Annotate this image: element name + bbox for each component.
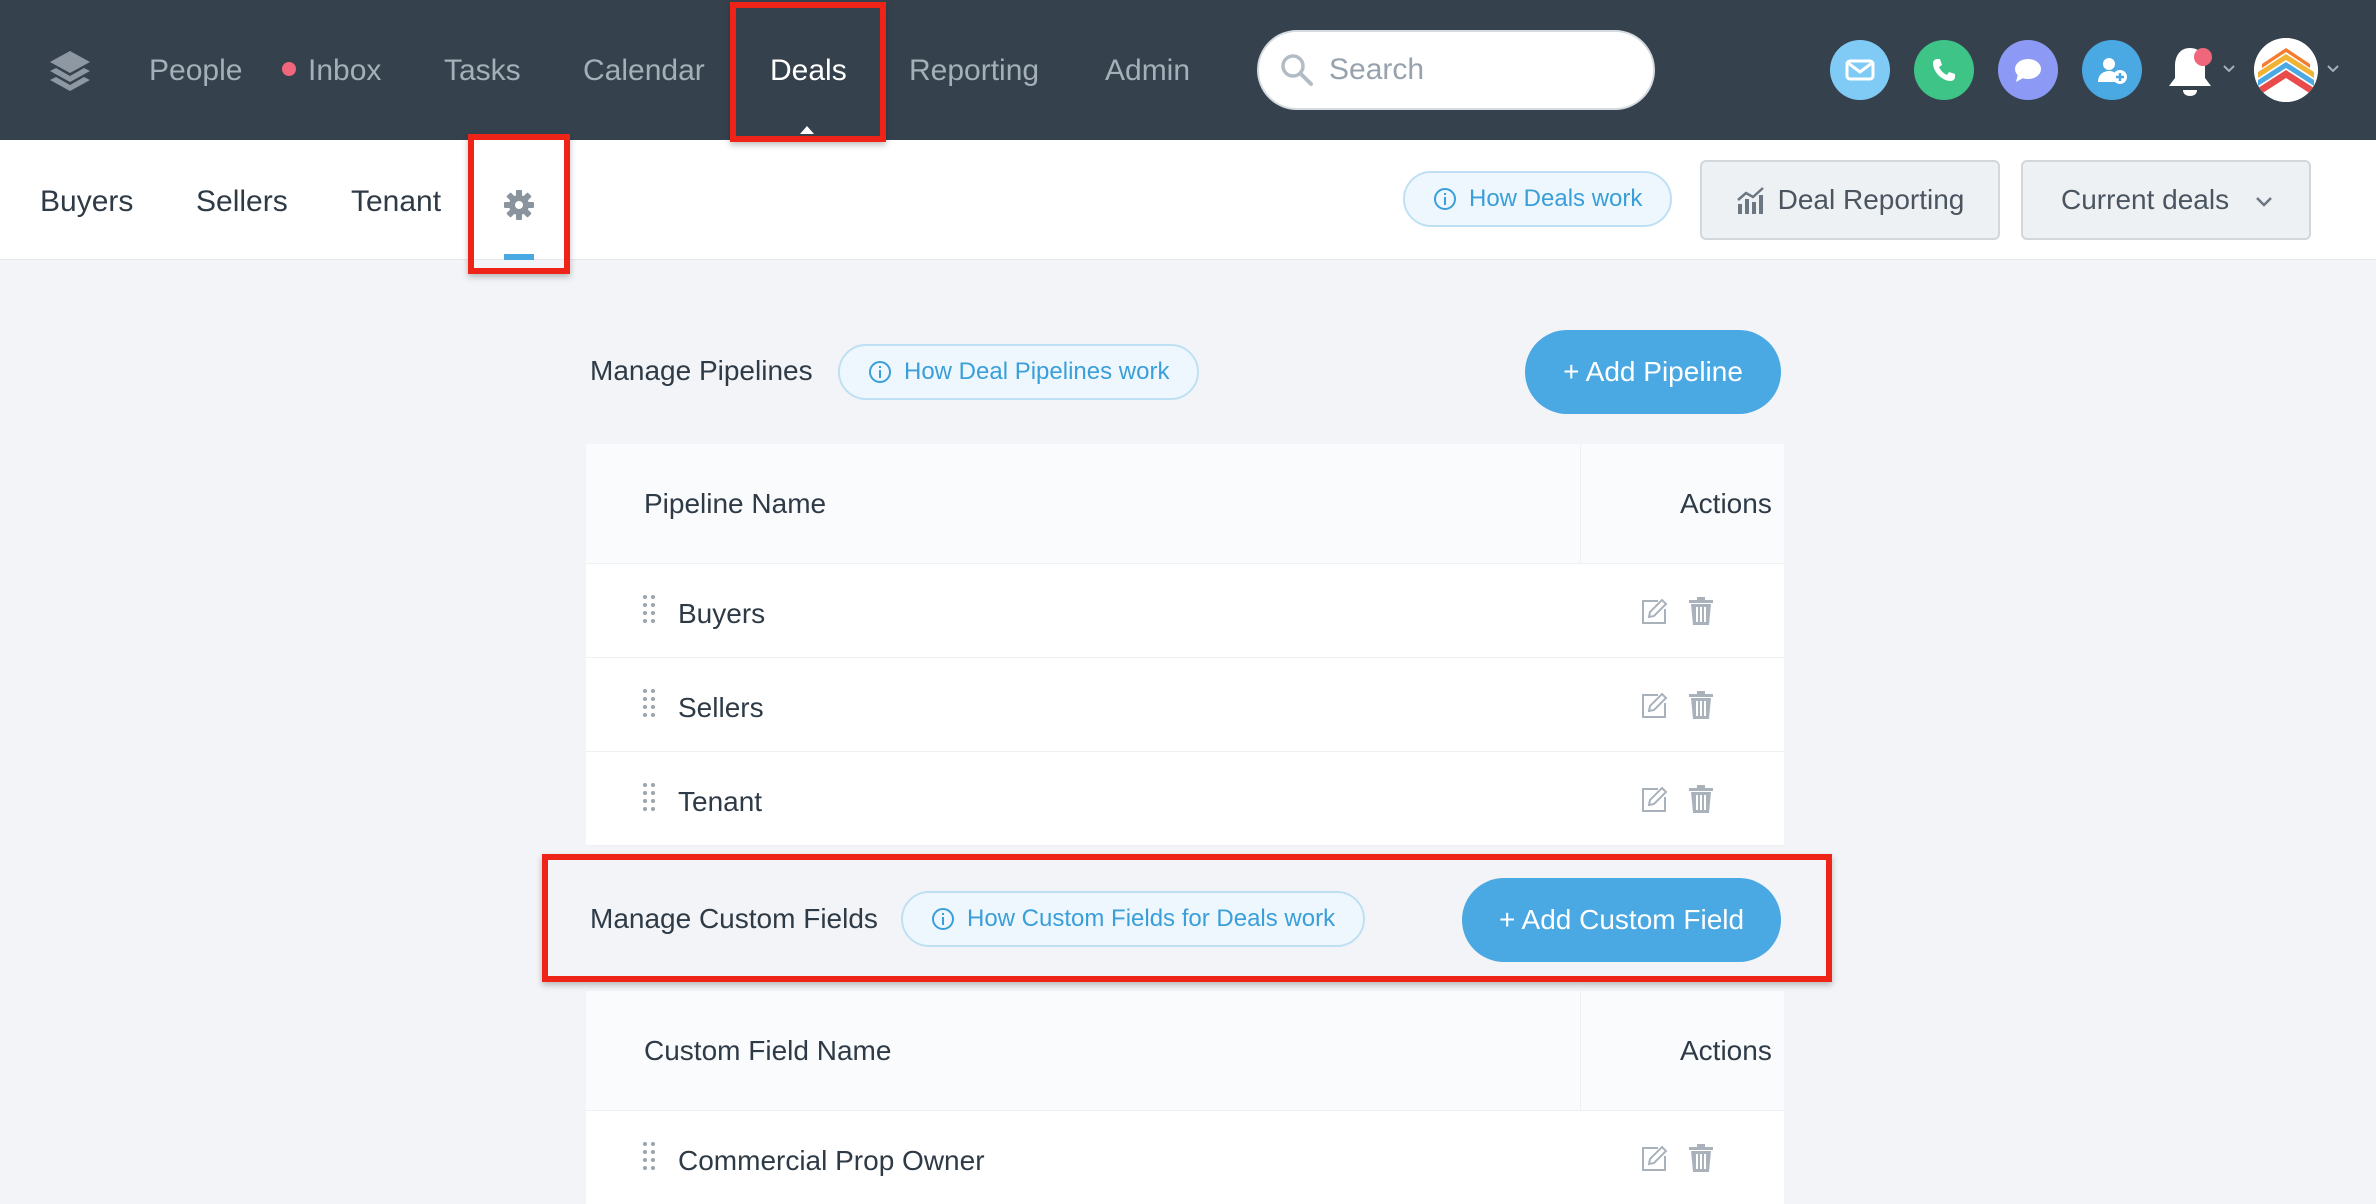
trash-icon[interactable] [1688, 690, 1714, 720]
email-button[interactable] [1830, 40, 1890, 100]
column-header-pipeline-name: Pipeline Name [644, 488, 827, 519]
search-box [1257, 30, 1655, 110]
phone-button[interactable] [1914, 40, 1974, 100]
custom-fields-table: Custom Field Name Actions Commercial Pro… [586, 991, 1784, 1204]
active-tab-indicator [504, 254, 534, 260]
manage-pipelines-title: Manage Pipelines [590, 355, 813, 386]
table-header: Pipeline Name Actions [586, 444, 1784, 564]
add-contact-button[interactable] [2082, 40, 2142, 100]
manage-custom-fields-title: Manage Custom Fields [590, 903, 878, 934]
column-divider [1580, 991, 1581, 1111]
chevron-down-icon [2256, 197, 2272, 207]
gear-icon[interactable] [502, 188, 536, 222]
current-deals-label: Current deals [2061, 184, 2230, 215]
table-row: Tenant [586, 752, 1784, 846]
drag-handle-icon[interactable] [642, 782, 656, 812]
how-custom-fields-work-label: How Custom Fields for Deals work [967, 905, 1336, 932]
pipeline-name: Tenant [678, 786, 763, 817]
how-deals-work-label: How Deals work [1469, 185, 1643, 212]
add-contact-icon [2098, 58, 2127, 84]
nav-admin[interactable]: Admin [1105, 0, 1190, 140]
drag-handle-icon[interactable] [642, 688, 656, 718]
column-header-custom-field-name: Custom Field Name [644, 1035, 892, 1066]
how-custom-fields-work-button[interactable]: How Custom Fields for Deals work [901, 891, 1366, 947]
email-icon [1845, 59, 1875, 81]
nav-inbox-label: Inbox [308, 54, 382, 87]
notification-dot-icon [2194, 48, 2212, 66]
info-icon [869, 361, 891, 383]
app-logo-icon[interactable] [46, 46, 94, 94]
column-header-actions: Actions [1680, 488, 1772, 519]
phone-icon [1933, 59, 1955, 81]
trash-icon[interactable] [1688, 1143, 1714, 1173]
avatar-image-icon [2254, 38, 2318, 102]
nav-deals[interactable]: Deals [770, 0, 847, 140]
nav-tasks[interactable]: Tasks [444, 0, 521, 140]
info-icon [932, 908, 954, 930]
edit-icon[interactable] [1640, 690, 1670, 720]
custom-field-name: Commercial Prop Owner [678, 1145, 985, 1176]
nav-inbox[interactable]: Inbox [282, 0, 381, 140]
search-icon [1281, 54, 1313, 86]
chart-icon [1736, 187, 1764, 214]
nav-reporting[interactable]: Reporting [909, 0, 1039, 140]
pipeline-name: Sellers [678, 692, 764, 723]
how-deals-work-button[interactable]: How Deals work [1403, 171, 1673, 227]
tab-sellers[interactable]: Sellers [196, 140, 288, 260]
edit-icon[interactable] [1640, 784, 1670, 814]
chevron-down-icon[interactable] [2326, 64, 2340, 74]
add-custom-field-button[interactable]: + Add Custom Field [1462, 878, 1781, 962]
deal-reporting-label: Deal Reporting [1777, 184, 1965, 215]
table-row: Commercial Prop Owner [586, 1111, 1784, 1204]
how-deal-pipelines-work-button[interactable]: How Deal Pipelines work [838, 344, 1200, 400]
chevron-down-icon[interactable] [2222, 64, 2236, 74]
edit-icon[interactable] [1640, 1143, 1670, 1173]
unread-dot-icon [282, 62, 296, 76]
chat-icon [2015, 59, 2041, 82]
how-deal-pipelines-work-label: How Deal Pipelines work [904, 358, 1170, 385]
add-pipeline-button[interactable]: + Add Pipeline [1525, 330, 1781, 414]
table-header: Custom Field Name Actions [586, 991, 1784, 1111]
drag-handle-icon[interactable] [642, 594, 656, 624]
pipeline-name: Buyers [678, 598, 766, 629]
active-tab-caret [800, 126, 814, 134]
current-deals-dropdown[interactable]: Current deals [2021, 160, 2311, 240]
search-input[interactable] [1329, 42, 1639, 98]
drag-handle-icon[interactable] [642, 1141, 656, 1171]
deal-reporting-button[interactable]: Deal Reporting [1700, 160, 2000, 240]
info-icon [1434, 188, 1456, 210]
tab-tenant[interactable]: Tenant [351, 140, 441, 260]
avatar[interactable] [2254, 38, 2318, 102]
tab-buyers[interactable]: Buyers [40, 140, 133, 260]
table-row: Sellers [586, 658, 1784, 752]
pipelines-table: Pipeline Name Actions Buyers Sellers Ten… [586, 444, 1784, 846]
edit-icon[interactable] [1640, 596, 1670, 626]
trash-icon[interactable] [1688, 596, 1714, 626]
top-nav: People Inbox Tasks Calendar Deals Report… [0, 0, 2376, 140]
chat-button[interactable] [1998, 40, 2058, 100]
table-row: Buyers [586, 564, 1784, 658]
trash-icon[interactable] [1688, 784, 1714, 814]
nav-people[interactable]: People [149, 0, 242, 140]
column-header-actions: Actions [1680, 1035, 1772, 1066]
column-divider [1580, 444, 1581, 564]
nav-calendar[interactable]: Calendar [583, 0, 705, 140]
